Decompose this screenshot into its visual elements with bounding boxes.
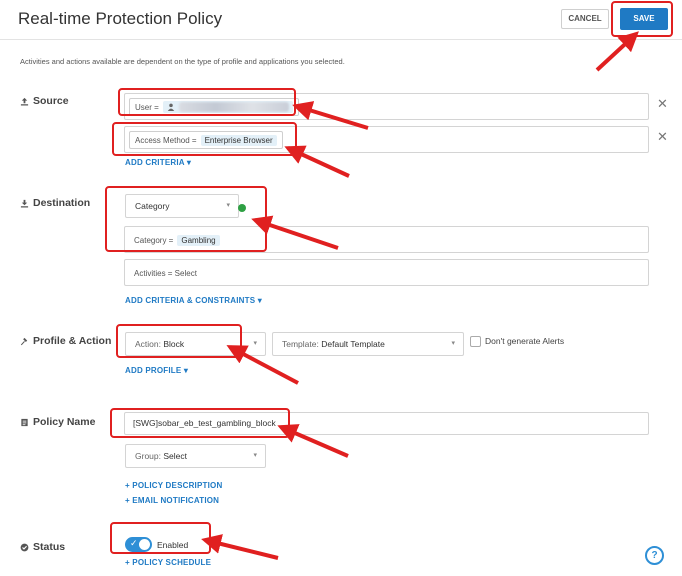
activities-text: Activities = Select bbox=[134, 268, 197, 278]
user-criteria-chip[interactable]: User = bbox=[129, 98, 299, 116]
access-method-value: Enterprise Browser bbox=[200, 134, 277, 146]
add-criteria-constraints-label: ADD CRITERIA & CONSTRAINTS bbox=[125, 296, 256, 305]
group-value: Select bbox=[163, 451, 187, 461]
add-criteria-label: ADD CRITERIA bbox=[125, 158, 185, 167]
category-chip[interactable]: Category = Gambling bbox=[129, 231, 225, 249]
action-key: Action: bbox=[135, 339, 161, 349]
download-icon bbox=[20, 199, 29, 208]
checkmark-icon: ✓ bbox=[130, 538, 138, 548]
group-key: Group: bbox=[135, 451, 161, 461]
template-value: Default Template bbox=[321, 339, 385, 349]
action-value: Block bbox=[163, 339, 185, 349]
remove-user-criteria-icon[interactable]: ✕ bbox=[657, 96, 668, 112]
gavel-icon bbox=[20, 337, 28, 345]
page-header: Real-time Protection Policy CANCEL SAVE bbox=[0, 0, 682, 40]
destination-category-field[interactable]: Category = Gambling bbox=[124, 226, 649, 253]
status-dot-icon bbox=[238, 204, 246, 212]
policy-name-section-label: Policy Name bbox=[20, 416, 95, 428]
status-toggle-label: Enabled bbox=[157, 540, 189, 550]
email-notification-link[interactable]: + EMAIL NOTIFICATION bbox=[125, 496, 219, 505]
caret-down-icon: ▾ bbox=[253, 340, 257, 347]
category-key: Category = bbox=[134, 235, 174, 245]
access-method-chip[interactable]: Access Method = Enterprise Browser bbox=[129, 131, 283, 149]
document-icon bbox=[21, 418, 28, 426]
help-icon[interactable]: ? bbox=[645, 546, 664, 565]
annotation-arrows bbox=[201, 31, 639, 560]
profile-action-label: Profile & Action bbox=[33, 335, 112, 347]
source-label: Source bbox=[33, 95, 69, 107]
user-criteria-key: User = bbox=[135, 102, 159, 112]
template-select[interactable]: Template: Default Template ▾ bbox=[272, 332, 464, 356]
destination-label: Destination bbox=[33, 197, 91, 209]
policy-schedule-link[interactable]: + POLICY SCHEDULE bbox=[125, 558, 211, 567]
action-select[interactable]: Action: Block ▾ bbox=[125, 332, 266, 356]
annotation-arrow bbox=[201, 534, 279, 560]
policy-name-label: Policy Name bbox=[33, 416, 96, 428]
check-circle-icon bbox=[20, 543, 29, 551]
caret-down-icon: ▾ bbox=[253, 452, 257, 459]
destination-type-value: Category bbox=[135, 201, 170, 211]
caret-down-icon: ▾ bbox=[186, 158, 192, 167]
info-note: Activities and actions available are dep… bbox=[20, 57, 345, 66]
toggle-knob bbox=[139, 539, 150, 550]
policy-name-input[interactable]: [SWG]sobar_eb_test_gambling_block bbox=[124, 412, 649, 435]
page-title: Real-time Protection Policy bbox=[18, 9, 223, 28]
caret-down-icon: ▾ bbox=[451, 340, 455, 347]
user-icon bbox=[167, 103, 174, 111]
policy-description-link[interactable]: + POLICY DESCRIPTION bbox=[125, 481, 222, 490]
status-section-label: Status bbox=[20, 541, 65, 553]
template-key: Template: bbox=[282, 339, 319, 349]
status-label: Status bbox=[33, 541, 66, 553]
group-select[interactable]: Group: Select ▾ bbox=[125, 444, 266, 468]
destination-section-label: Destination bbox=[20, 197, 90, 209]
activities-chip[interactable]: Activities = Select bbox=[129, 264, 202, 282]
save-button[interactable]: SAVE bbox=[620, 8, 668, 30]
add-profile-link[interactable]: ADD PROFILE ▾ bbox=[125, 366, 188, 375]
source-section-label: Source bbox=[20, 95, 69, 107]
upload-icon bbox=[20, 97, 29, 106]
activities-field[interactable]: Activities = Select bbox=[124, 259, 649, 286]
access-method-key: Access Method = bbox=[135, 135, 197, 145]
cancel-button[interactable]: CANCEL bbox=[561, 9, 609, 29]
dont-generate-alerts-label: Don't generate Alerts bbox=[485, 336, 565, 346]
profile-action-section-label: Profile & Action bbox=[20, 335, 111, 347]
caret-down-icon: ▾ bbox=[226, 202, 230, 209]
add-criteria-constraints-link[interactable]: ADD CRITERIA & CONSTRAINTS ▾ bbox=[125, 296, 262, 305]
status-toggle[interactable]: ✓ bbox=[125, 537, 152, 552]
category-value: Gambling bbox=[177, 234, 220, 246]
add-profile-label: ADD PROFILE bbox=[125, 366, 182, 375]
destination-type-select[interactable]: Category ▾ bbox=[125, 194, 239, 218]
source-access-method-field[interactable]: Access Method = Enterprise Browser bbox=[124, 126, 649, 153]
user-criteria-value bbox=[162, 101, 293, 113]
policy-name-value: [SWG]sobar_eb_test_gambling_block bbox=[133, 418, 276, 428]
source-user-field[interactable]: User = bbox=[124, 93, 649, 120]
redacted-user-value bbox=[178, 102, 289, 112]
caret-down-icon: ▾ bbox=[257, 296, 262, 305]
remove-access-method-icon[interactable]: ✕ bbox=[657, 129, 668, 145]
dont-generate-alerts-checkbox[interactable] bbox=[470, 336, 481, 347]
caret-down-icon: ▾ bbox=[183, 366, 189, 375]
add-criteria-link[interactable]: ADD CRITERIA ▾ bbox=[125, 158, 191, 167]
